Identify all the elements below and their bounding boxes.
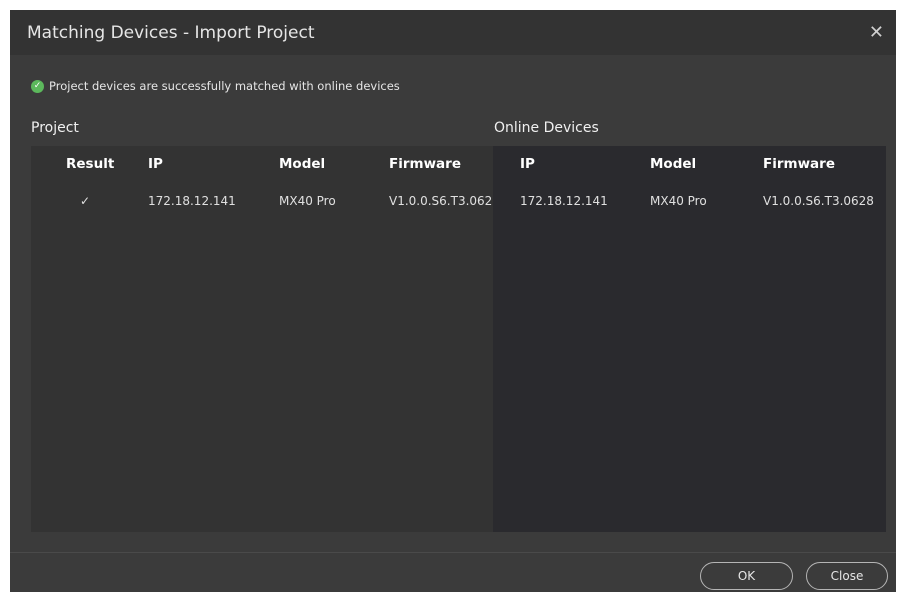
project-firmware-cell: V1.0.0.S6.T3.0628	[389, 194, 500, 208]
project-model-cell: MX40 Pro	[279, 194, 336, 208]
matching-devices-dialog: Matching Devices - Import Project ✕ ✓ Pr…	[10, 10, 896, 592]
column-header-ip[interactable]: IP	[148, 146, 163, 182]
table-row[interactable]: 172.18.12.141 MX40 Pro V1.0.0.S6.T3.0628	[493, 182, 886, 218]
online-ip-cell: 172.18.12.141	[520, 194, 608, 208]
table-header: Result IP Model Firmware	[31, 146, 493, 182]
column-header-result[interactable]: Result	[66, 146, 114, 182]
close-button[interactable]: Close	[806, 562, 888, 590]
column-header-model[interactable]: Model	[650, 146, 696, 182]
table-header: IP Model Firmware	[493, 146, 886, 182]
title-bar: Matching Devices - Import Project ✕	[10, 10, 896, 55]
project-ip-cell: 172.18.12.141	[148, 194, 236, 208]
status-message: ✓ Project devices are successfully match…	[31, 79, 400, 93]
status-text: Project devices are successfully matched…	[49, 79, 400, 93]
project-devices-table: Result IP Model Firmware ✓ 172.18.12.141…	[31, 146, 500, 532]
column-header-firmware[interactable]: Firmware	[389, 146, 461, 182]
column-header-ip[interactable]: IP	[520, 146, 535, 182]
result-check-icon: ✓	[80, 194, 91, 208]
column-header-model[interactable]: Model	[279, 146, 325, 182]
close-icon[interactable]: ✕	[869, 23, 884, 42]
online-devices-section-label: Online Devices	[494, 120, 599, 136]
project-section-label: Project	[31, 120, 79, 136]
online-firmware-cell: V1.0.0.S6.T3.0628	[763, 194, 874, 208]
check-circle-icon: ✓	[31, 79, 44, 93]
online-model-cell: MX40 Pro	[650, 194, 707, 208]
table-row[interactable]: ✓ 172.18.12.141 MX40 Pro V1.0.0.S6.T3.06…	[31, 182, 500, 218]
dialog-title: Matching Devices - Import Project	[27, 22, 315, 43]
online-devices-table: IP Model Firmware 172.18.12.141 MX40 Pro…	[493, 146, 886, 532]
dialog-footer: OK Close	[10, 552, 896, 593]
column-header-firmware[interactable]: Firmware	[763, 146, 835, 182]
ok-button[interactable]: OK	[700, 562, 793, 590]
